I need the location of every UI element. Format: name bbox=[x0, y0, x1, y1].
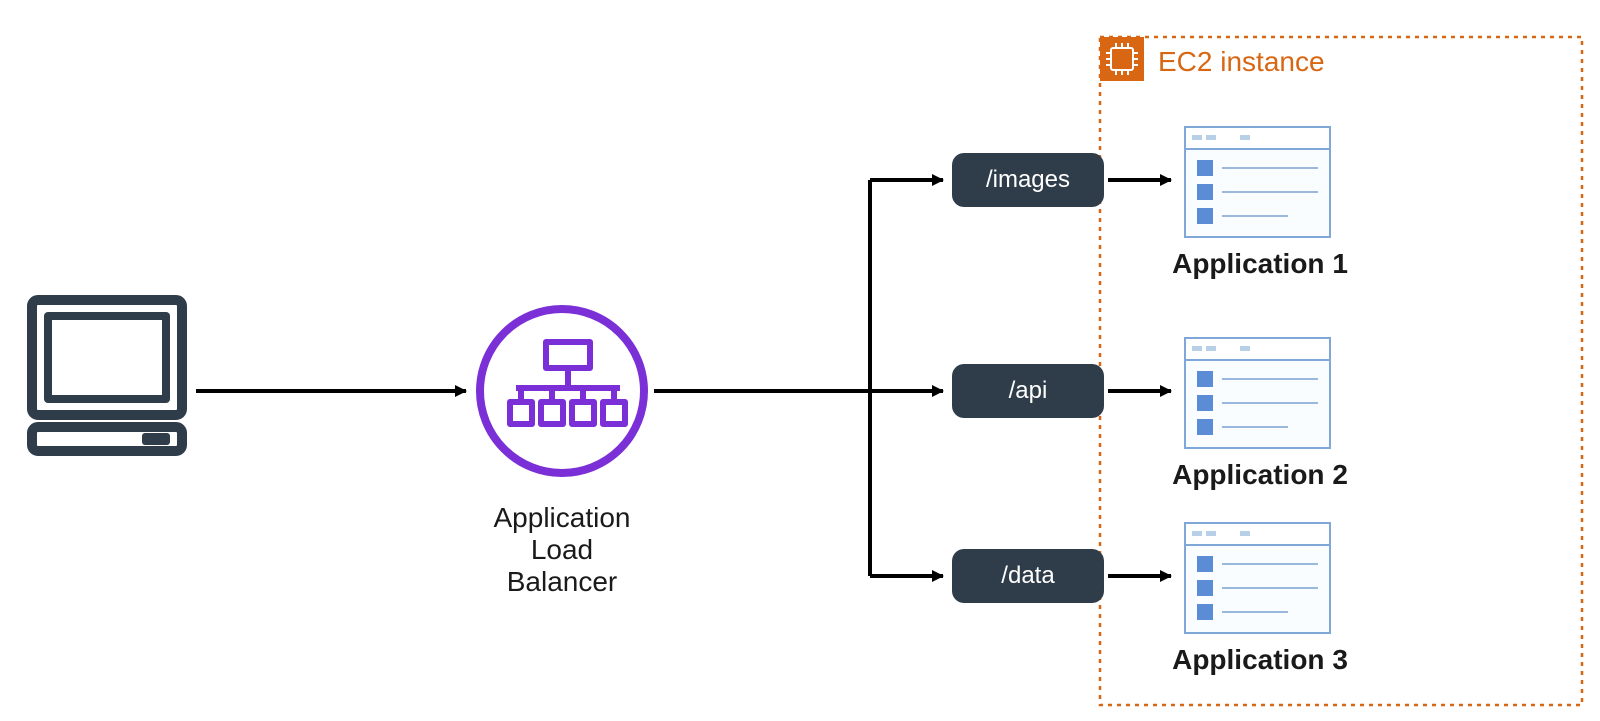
app-panel-2 bbox=[1185, 338, 1330, 448]
app3-label: Application 3 bbox=[1170, 644, 1350, 676]
app2-label: Application 2 bbox=[1170, 459, 1350, 491]
app-panel-3 bbox=[1185, 523, 1330, 633]
app-panel-1 bbox=[1185, 127, 1330, 237]
app-panels bbox=[0, 0, 1600, 721]
app1-label: Application 1 bbox=[1170, 248, 1350, 280]
architecture-diagram: Application Load Balancer EC2 instance /… bbox=[0, 0, 1600, 721]
